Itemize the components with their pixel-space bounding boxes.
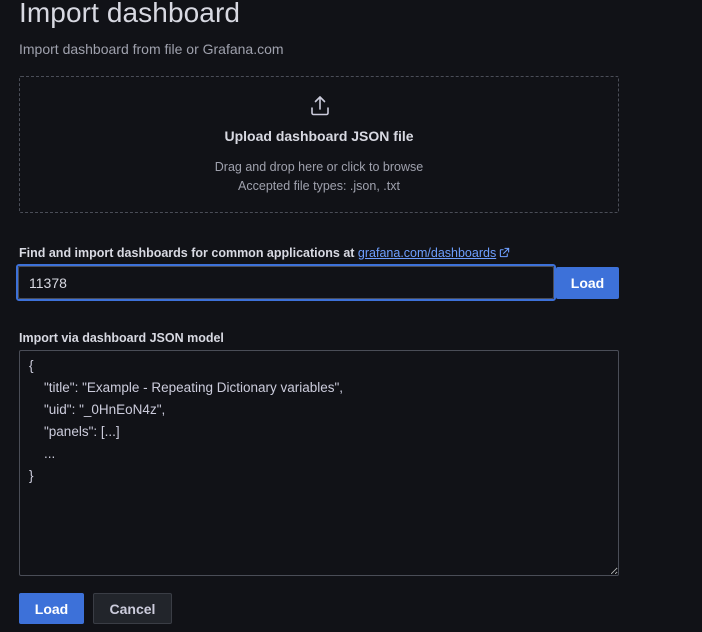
upload-icon <box>311 96 329 116</box>
page-subtitle: Import dashboard from file or Grafana.co… <box>19 41 284 57</box>
json-model-label: Import via dashboard JSON model <box>19 331 224 345</box>
load-button[interactable]: Load <box>19 593 84 624</box>
upload-hint: Drag and drop here or click to browse <box>214 160 424 174</box>
upload-dropzone[interactable]: Upload dashboard JSON file Drag and drop… <box>19 76 619 213</box>
dashboard-id-input-wrapper <box>16 264 556 301</box>
accepted-file-types: Accepted file types: .json, .txt <box>238 179 400 193</box>
grafana-com-dashboards-link[interactable]: grafana.com/dashboards <box>358 246 510 260</box>
grafana-com-label: Find and import dashboards for common ap… <box>19 246 510 260</box>
grafana-com-label-text: Find and import dashboards for common ap… <box>19 246 358 260</box>
grafana-com-link-text: grafana.com/dashboards <box>357 246 497 260</box>
external-link-icon <box>500 247 510 258</box>
import-dashboard-page: Import dashboard Import dashboard from f… <box>0 0 702 632</box>
cancel-button[interactable]: Cancel <box>93 593 172 624</box>
page-title: Import dashboard <box>19 0 241 28</box>
load-dashboard-id-button[interactable]: Load <box>556 267 619 299</box>
upload-title: Upload dashboard JSON file <box>224 128 414 144</box>
json-model-textarea[interactable]: { "title": "Example - Repeating Dictiona… <box>19 350 619 576</box>
dashboard-id-input[interactable] <box>18 266 554 299</box>
